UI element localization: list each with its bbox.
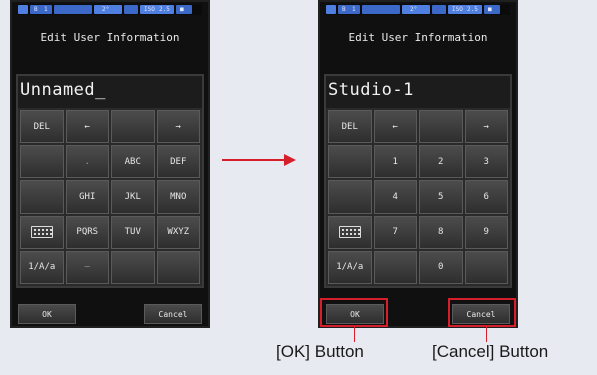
- keypad-key[interactable]: 0: [419, 250, 463, 284]
- keypad-key-blank[interactable]: [419, 110, 463, 144]
- keypad-key[interactable]: 1: [373, 145, 417, 179]
- ok-button-highlight: [320, 298, 388, 327]
- device-screen-before: B 1 2° ISO 2.5 ■ Edit User Information U…: [10, 0, 210, 328]
- status-item: 1: [44, 6, 48, 13]
- status-bar: B 1 2° ISO 2.5 ■: [326, 4, 510, 15]
- status-item: ISO: [144, 6, 155, 13]
- keypad: DEL ← →. ABC DEF GHI JKL MNO PQRS TUV WXYZ 1/A/a —: [16, 108, 204, 288]
- keypad-key[interactable]: JKL: [111, 180, 155, 214]
- keypad-key[interactable]: ←: [65, 110, 109, 144]
- cancel-callout-line: [486, 327, 487, 342]
- status-item: 2.5: [159, 6, 170, 13]
- keypad-key[interactable]: .: [65, 145, 109, 179]
- entry-value: Studio-1: [328, 80, 414, 100]
- device-screen-after: B 1 2° ISO 2.5 ■ Edit User Information S…: [318, 0, 518, 328]
- keypad-key[interactable]: ABC: [111, 145, 155, 179]
- status-bar: B 1 2° ISO 2.5 ■: [18, 4, 202, 15]
- keypad-key[interactable]: 8: [419, 215, 463, 249]
- keypad-key[interactable]: 9: [464, 215, 508, 249]
- keypad-key-blank[interactable]: [373, 250, 417, 284]
- keypad-key[interactable]: 2: [419, 145, 463, 179]
- keypad-key[interactable]: 3: [464, 145, 508, 179]
- screen-title: Edit User Information: [348, 31, 488, 44]
- keyboard-key[interactable]: [20, 215, 64, 249]
- cancel-button[interactable]: Cancel: [144, 304, 202, 324]
- status-item: 1: [352, 6, 356, 13]
- keypad-key[interactable]: →: [156, 110, 200, 144]
- status-item: B: [342, 6, 346, 13]
- keypad-key[interactable]: 5: [419, 180, 463, 214]
- status-item: B: [34, 6, 38, 13]
- status-item: ISO: [452, 6, 463, 13]
- keypad-key[interactable]: 7: [373, 215, 417, 249]
- ok-button-callout: [OK] Button: [276, 342, 364, 361]
- status-item: ■: [488, 6, 492, 13]
- keypad-key-blank[interactable]: [20, 180, 64, 214]
- keypad-key[interactable]: DEF: [156, 145, 200, 179]
- keypad-key-blank[interactable]: [111, 250, 155, 284]
- keypad-key-blank[interactable]: [20, 145, 64, 179]
- keypad-key[interactable]: ←: [373, 110, 417, 144]
- cancel-button-callout: [Cancel] Button: [432, 342, 549, 361]
- keypad-key-blank[interactable]: [328, 180, 372, 214]
- keypad-key[interactable]: TUV: [111, 215, 155, 249]
- ok-callout-line: [354, 327, 355, 342]
- keypad-key-blank[interactable]: [328, 145, 372, 179]
- keyboard-key[interactable]: [328, 215, 372, 249]
- keypad-key-blank[interactable]: [156, 250, 200, 284]
- status-item: 2°: [410, 6, 418, 13]
- keypad-key[interactable]: DEL: [328, 110, 372, 144]
- keypad-key[interactable]: MNO: [156, 180, 200, 214]
- keypad-key[interactable]: 1/A/a: [20, 250, 64, 284]
- keyboard-icon: [338, 226, 361, 239]
- keypad-key[interactable]: WXYZ: [156, 215, 200, 249]
- keypad: DEL ← → 1 2 3 4 5 6 7 8 9 1/A/a 0: [324, 108, 512, 288]
- keypad-key[interactable]: GHI: [65, 180, 109, 214]
- transition-arrow-icon: [222, 154, 296, 166]
- keypad-key[interactable]: 1/A/a: [328, 250, 372, 284]
- ok-button[interactable]: OK: [18, 304, 76, 324]
- keypad-key-blank[interactable]: [464, 250, 508, 284]
- name-entry-field[interactable]: Unnamed_: [16, 74, 204, 108]
- status-item: 2.5: [467, 6, 478, 13]
- keypad-key[interactable]: 4: [373, 180, 417, 214]
- entry-value: Unnamed_: [20, 80, 106, 100]
- status-item: ■: [180, 6, 184, 13]
- keypad-key[interactable]: →: [464, 110, 508, 144]
- keypad-key-blank[interactable]: [111, 110, 155, 144]
- keypad-key[interactable]: 6: [464, 180, 508, 214]
- keypad-key[interactable]: DEL: [20, 110, 64, 144]
- keypad-key[interactable]: PQRS: [65, 215, 109, 249]
- keyboard-icon: [30, 226, 53, 239]
- screen-title: Edit User Information: [40, 31, 180, 44]
- status-item: 2°: [102, 6, 110, 13]
- keypad-key[interactable]: —: [65, 250, 109, 284]
- name-entry-field[interactable]: Studio-1: [324, 74, 512, 108]
- cancel-button-highlight: [448, 298, 516, 327]
